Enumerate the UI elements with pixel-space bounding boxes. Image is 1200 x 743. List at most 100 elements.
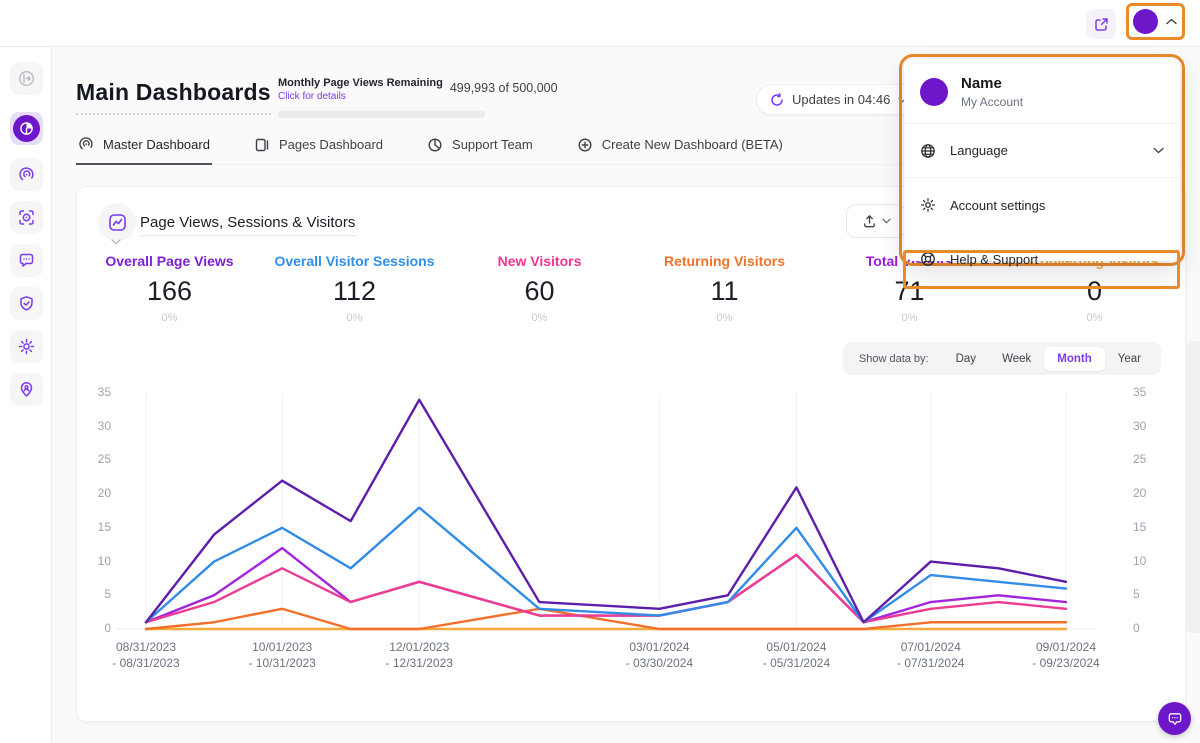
sidebar-item-visitor-location[interactable] bbox=[10, 373, 43, 406]
tab-label: Support Team bbox=[452, 137, 533, 152]
sidebar-item-feedback[interactable] bbox=[10, 244, 43, 277]
chart-canvas bbox=[77, 377, 1187, 677]
metric-overall-page-views[interactable]: Overall Page Views 166 0% bbox=[77, 253, 262, 324]
sidebar-item-settings[interactable] bbox=[10, 330, 43, 363]
tab-label: Create New Dashboard (BETA) bbox=[602, 137, 783, 152]
privacy-shield-icon bbox=[18, 295, 35, 312]
y-axis-label-left: 15 bbox=[77, 520, 111, 534]
top-bar bbox=[0, 0, 1200, 47]
tab-pages-dashboard[interactable]: Pages Dashboard bbox=[252, 135, 385, 164]
metric-delta: 0% bbox=[1002, 312, 1187, 324]
support-chat-fab[interactable] bbox=[1158, 702, 1191, 735]
user-menu: Name My Account Language bbox=[904, 59, 1180, 261]
y-axis-label-right: 15 bbox=[1133, 520, 1173, 534]
x-axis-label: 07/01/2024- 07/31/2024 bbox=[866, 639, 996, 671]
show-data-by-option-year[interactable]: Year bbox=[1105, 347, 1154, 371]
menu-item-language[interactable]: Language bbox=[904, 124, 1180, 178]
menu-item-label: Account settings bbox=[950, 198, 1045, 213]
y-axis-label-right: 35 bbox=[1133, 385, 1173, 399]
external-link-icon bbox=[1094, 17, 1109, 32]
page-title: Main Dashboards bbox=[76, 79, 271, 115]
metric-label: Overall Visitor Sessions bbox=[262, 253, 447, 269]
show-data-by-option-day[interactable]: Day bbox=[943, 347, 989, 371]
x-axis-label: 08/31/2023- 08/31/2023 bbox=[81, 639, 211, 671]
pie-chart-icon bbox=[427, 137, 443, 153]
y-axis-label-left: 0 bbox=[77, 621, 111, 635]
menu-item-label: Language bbox=[950, 143, 1008, 158]
show-data-by-option-week[interactable]: Week bbox=[989, 347, 1044, 371]
y-axis-label-right: 10 bbox=[1133, 554, 1173, 568]
y-axis-label-left: 5 bbox=[77, 587, 111, 601]
y-axis-label-left: 20 bbox=[77, 486, 111, 500]
lifebuoy-icon bbox=[920, 251, 936, 267]
card-title: Page Views, Sessions & Visitors bbox=[140, 214, 355, 236]
menu-item-help-support[interactable]: Help & Support bbox=[904, 232, 1180, 286]
metric-label: Returning Visitors bbox=[632, 253, 817, 269]
y-axis-label-right: 30 bbox=[1133, 419, 1173, 433]
sidebar-item-panel-toggle[interactable] bbox=[10, 62, 43, 95]
x-axis-label: 12/01/2023- 12/31/2023 bbox=[354, 639, 484, 671]
metric-returning-visitors[interactable]: Returning Visitors 11 0% bbox=[632, 253, 817, 324]
updates-button[interactable]: Updates in 04:46 bbox=[756, 84, 921, 115]
tab-master-dashboard[interactable]: Master Dashboard bbox=[76, 135, 212, 165]
gauge-icon bbox=[78, 136, 94, 152]
metric-overall-visitor-sessions[interactable]: Overall Visitor Sessions 112 0% bbox=[262, 253, 447, 324]
chevron-up-icon[interactable] bbox=[1166, 18, 1177, 25]
globe-icon bbox=[920, 143, 936, 159]
metric-delta: 0% bbox=[447, 312, 632, 324]
series-overall-page-views bbox=[146, 400, 1066, 623]
y-axis-label-left: 25 bbox=[77, 452, 111, 466]
menu-item-account-settings[interactable]: Account settings bbox=[904, 178, 1180, 232]
metric-value: 60 bbox=[447, 276, 632, 307]
metric-value: 166 bbox=[77, 276, 262, 307]
x-axis-label: 03/01/2024- 03/30/2024 bbox=[594, 639, 724, 671]
pages-icon bbox=[254, 137, 270, 153]
tab-create-new-dashboard[interactable]: Create New Dashboard (BETA) bbox=[575, 135, 785, 164]
gear-icon bbox=[920, 197, 936, 213]
adjacent-panel-edge bbox=[1186, 341, 1200, 633]
tab-support-team[interactable]: Support Team bbox=[425, 135, 535, 164]
sidebar-item-dashboards[interactable] bbox=[10, 112, 43, 145]
sidebar-item-privacy[interactable] bbox=[10, 287, 43, 320]
y-axis-label-right: 25 bbox=[1133, 452, 1173, 466]
gauge-icon bbox=[18, 166, 35, 183]
metric-value: 112 bbox=[262, 276, 447, 307]
metric-delta: 0% bbox=[262, 312, 447, 324]
show-data-by-option-month[interactable]: Month bbox=[1044, 347, 1104, 371]
session-recording-icon bbox=[18, 209, 35, 226]
y-axis-label-right: 20 bbox=[1133, 486, 1173, 500]
settings-gear-icon bbox=[18, 338, 35, 355]
x-axis-label: 05/01/2024- 05/31/2024 bbox=[731, 639, 861, 671]
line-chart: 005510101515202025253030353508/31/2023- … bbox=[77, 377, 1187, 687]
y-axis-label-right: 5 bbox=[1133, 587, 1173, 601]
metric-label: New Visitors bbox=[447, 253, 632, 269]
metric-value: 11 bbox=[632, 276, 817, 307]
metric-new-visitors[interactable]: New Visitors 60 0% bbox=[447, 253, 632, 324]
metric-delta: 0% bbox=[817, 312, 1002, 324]
avatar bbox=[920, 78, 948, 106]
sidebar-item-session-recordings[interactable] bbox=[10, 201, 43, 234]
export-upload-icon bbox=[862, 214, 877, 229]
external-link-button[interactable] bbox=[1086, 9, 1116, 39]
metric-delta: 0% bbox=[632, 312, 817, 324]
quota-progress-bar bbox=[278, 111, 485, 118]
sidebar-item-performance[interactable] bbox=[10, 158, 43, 191]
sidebar bbox=[0, 47, 52, 743]
user-menu-trigger-highlight bbox=[1126, 3, 1185, 40]
dashboards-pie-icon bbox=[13, 115, 40, 142]
quota-widget: Monthly Page Views Remaining Click for d… bbox=[278, 77, 558, 118]
card-widget-icon-wrap[interactable] bbox=[98, 203, 136, 241]
y-axis-label-left: 30 bbox=[77, 419, 111, 433]
avatar[interactable] bbox=[1133, 9, 1158, 34]
tab-label: Master Dashboard bbox=[103, 137, 210, 152]
y-axis-label-left: 35 bbox=[77, 385, 111, 399]
series-total-visitors bbox=[146, 548, 1066, 622]
user-menu-highlight: Name My Account Language bbox=[899, 54, 1185, 266]
quota-details-link[interactable]: Click for details bbox=[278, 91, 443, 102]
show-data-by-control: Show data by: DayWeekMonthYear bbox=[843, 342, 1161, 375]
chat-bubble-icon bbox=[1167, 711, 1183, 727]
x-axis-label: 09/01/2024- 09/23/2024 bbox=[1001, 639, 1131, 671]
menu-item-label: Help & Support bbox=[950, 252, 1038, 267]
export-button[interactable] bbox=[846, 204, 906, 238]
chevron-down-icon bbox=[111, 239, 121, 245]
